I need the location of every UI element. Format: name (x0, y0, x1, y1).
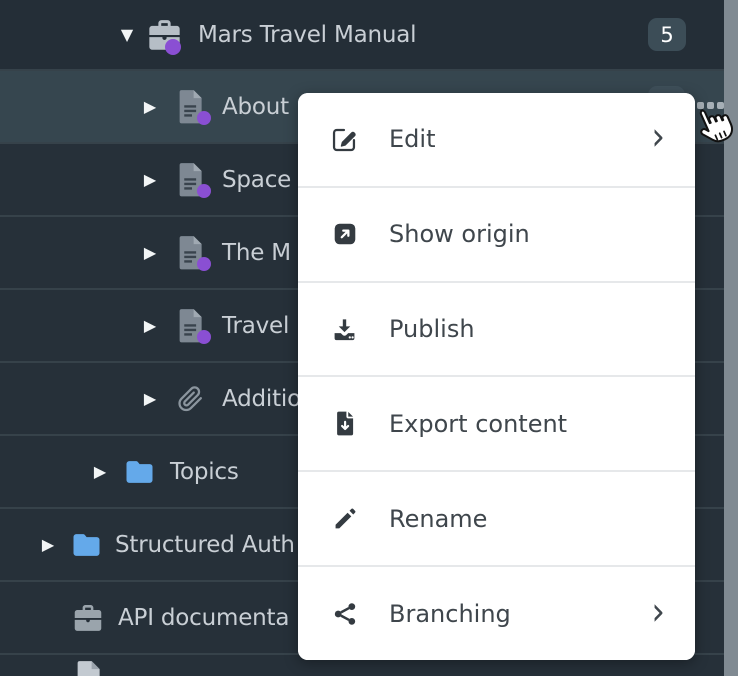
chevron-right-icon: › (651, 592, 665, 636)
briefcase-icon (72, 603, 104, 633)
status-dot (197, 184, 211, 198)
tree-item-label: Travel (222, 313, 289, 339)
menu-item-label: Rename (389, 505, 487, 533)
count-badge: 5 (648, 18, 686, 51)
document-icon (176, 88, 206, 126)
menu-item-show-origin[interactable]: Show origin (298, 186, 695, 281)
document-icon (176, 307, 206, 345)
folder-icon (124, 459, 155, 485)
tree-item-label: About (222, 94, 289, 120)
briefcase-icon (146, 18, 183, 52)
caret-expanded-icon[interactable]: ▼ (114, 27, 140, 43)
caret-collapsed-icon[interactable]: ▶ (140, 318, 160, 334)
export-content-icon (331, 410, 358, 437)
menu-item-label: Export content (389, 410, 567, 438)
caret-collapsed-icon[interactable]: ▶ (140, 99, 160, 115)
document-icon (74, 659, 104, 676)
caret-collapsed-icon[interactable]: ▶ (140, 172, 160, 188)
caret-collapsed-icon[interactable]: ▶ (140, 391, 160, 407)
menu-item-label: Publish (389, 315, 475, 343)
caret-collapsed-icon[interactable]: ▶ (90, 464, 110, 480)
tree-row-publication[interactable]: ▼ Mars Travel Manual 5 (0, 0, 738, 69)
tree-item-label: The M (222, 240, 291, 266)
tree-item-label: Topics (170, 459, 239, 485)
tree-item-label: API documenta (118, 605, 289, 631)
publish-icon (331, 316, 358, 343)
caret-collapsed-icon[interactable]: ▶ (38, 537, 58, 553)
document-icon (176, 161, 206, 199)
status-dot (197, 111, 211, 125)
scrollbar[interactable] (724, 0, 738, 676)
context-menu: Edit › Show origin Publish (298, 93, 695, 660)
caret-collapsed-icon[interactable]: ▶ (140, 245, 160, 261)
edit-icon (331, 126, 358, 153)
menu-item-rename[interactable]: Rename (298, 470, 695, 565)
show-origin-icon (331, 221, 358, 248)
menu-item-label: Show origin (389, 220, 530, 248)
more-actions-button[interactable] (697, 102, 724, 109)
tree-item-label: Structured Auth (115, 532, 295, 558)
tree-item-label: Mars Travel Manual (198, 22, 416, 48)
app-window: ▼ Mars Travel Manual 5 ▶ (0, 0, 738, 676)
status-dot (165, 39, 181, 55)
menu-item-label: Edit (389, 125, 435, 153)
menu-item-export-content[interactable]: Export content (298, 375, 695, 470)
folder-icon (71, 532, 102, 558)
tree-item-label: Additio (222, 386, 301, 412)
document-icon (176, 234, 206, 272)
tree-item-label: Space (222, 167, 291, 193)
chevron-right-icon: › (651, 118, 665, 162)
menu-item-publish[interactable]: Publish (298, 281, 695, 376)
rename-icon (331, 505, 358, 532)
menu-item-label: Branching (389, 600, 511, 628)
status-dot (197, 330, 211, 344)
menu-item-branching[interactable]: Branching › (298, 565, 695, 660)
menu-item-edit[interactable]: Edit › (298, 93, 695, 186)
branching-icon (331, 600, 358, 627)
status-dot (197, 257, 211, 271)
paperclip-icon (176, 380, 206, 418)
